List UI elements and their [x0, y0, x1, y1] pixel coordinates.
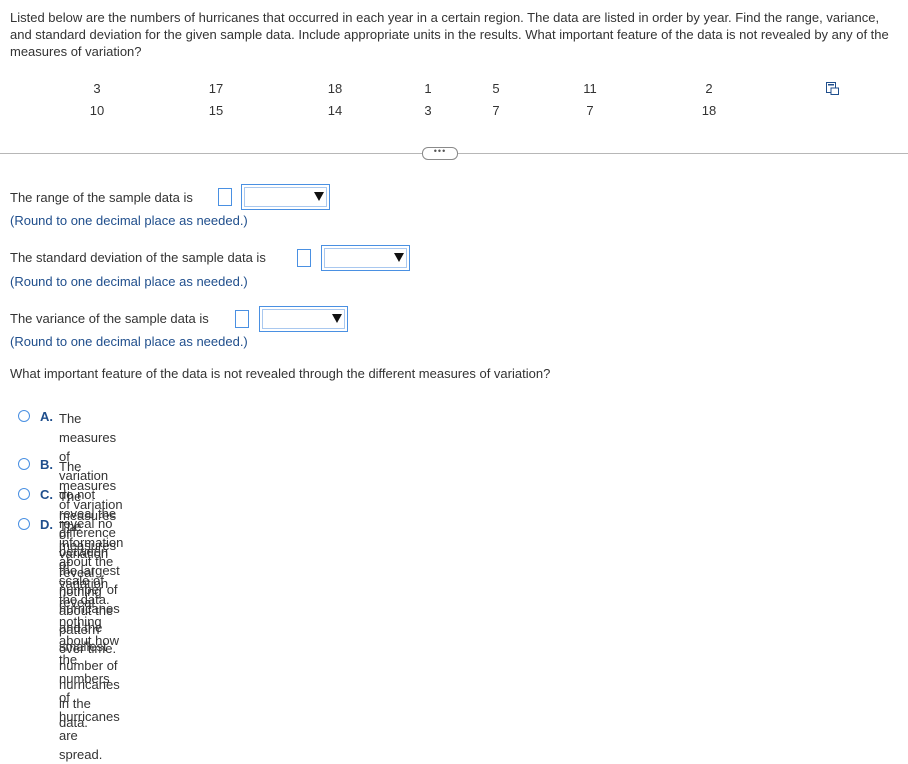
data-cell: 3 [424, 103, 432, 118]
option-letter: A. [40, 409, 53, 424]
std-hint: (Round to one decimal place as needed.) [10, 274, 248, 289]
chevron-down-icon [332, 314, 342, 323]
range-label: The range of the sample data is [10, 190, 193, 205]
data-cell: 18 [327, 81, 343, 96]
data-cell: 17 [208, 81, 224, 96]
data-cell: 7 [586, 103, 594, 118]
data-cell: 10 [89, 103, 105, 118]
option-letter: D. [40, 517, 53, 532]
radio-button[interactable] [18, 410, 30, 422]
data-cell: 11 [583, 81, 597, 96]
variance-label: The variance of the sample data is [10, 311, 209, 326]
option-text: The measures of variation reveal nothing… [59, 519, 120, 762]
radio-button[interactable] [18, 518, 30, 530]
radio-button[interactable] [18, 458, 30, 470]
chevron-down-icon [314, 192, 324, 201]
radio-button[interactable] [18, 488, 30, 500]
question-text: Listed below are the numbers of hurrican… [10, 10, 889, 59]
variance-hint: (Round to one decimal place as needed.) [10, 334, 248, 349]
variance-answer-input[interactable] [235, 310, 249, 328]
data-cell: 14 [327, 103, 343, 118]
range-units-select[interactable] [241, 184, 330, 210]
data-cell: 3 [93, 81, 101, 96]
data-cell: 18 [701, 103, 717, 118]
variance-units-select[interactable] [259, 306, 348, 332]
copy-icon[interactable] [826, 82, 839, 95]
range-answer-input[interactable] [218, 188, 232, 206]
range-hint: (Round to one decimal place as needed.) [10, 213, 248, 228]
chevron-down-icon [394, 253, 404, 262]
data-cell: 5 [492, 81, 500, 96]
std-label: The standard deviation of the sample dat… [10, 250, 266, 265]
data-cell: 1 [424, 81, 432, 96]
option-letter: B. [40, 457, 53, 472]
more-button[interactable]: ••• [422, 147, 458, 160]
option-letter: C. [40, 487, 53, 502]
data-cell: 7 [492, 103, 500, 118]
data-cell: 2 [705, 81, 713, 96]
data-cell: 15 [208, 103, 224, 118]
std-units-select[interactable] [321, 245, 410, 271]
feature-question: What important feature of the data is no… [10, 366, 551, 381]
std-answer-input[interactable] [297, 249, 311, 267]
